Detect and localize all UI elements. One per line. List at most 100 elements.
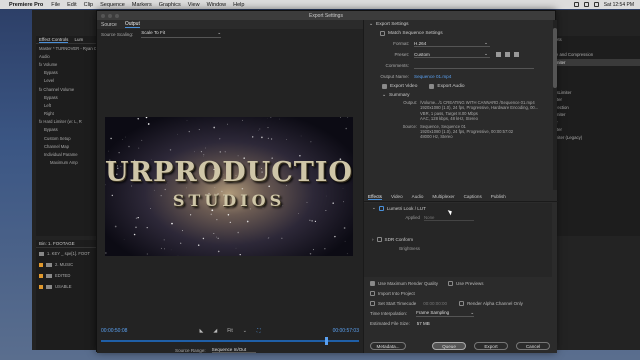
export-button[interactable]: Export: [474, 342, 508, 350]
menu-app-name[interactable]: Premiere Pro: [9, 2, 43, 8]
timecode-out[interactable]: 00:00:57:03: [333, 328, 359, 334]
tab-publish[interactable]: Publish: [491, 194, 506, 199]
output-name-link[interactable]: Sequence 01.mp4: [414, 74, 451, 79]
menu-window[interactable]: Window: [207, 2, 227, 8]
tab-lumetri[interactable]: Lum: [74, 37, 83, 42]
list-item[interactable]: [546, 81, 640, 89]
wifi-icon[interactable]: [583, 2, 589, 7]
list-item[interactable]: d Limiter: [546, 58, 640, 66]
list-item[interactable]: t Limiter (Legacy): [546, 134, 640, 142]
delete-preset-icon[interactable]: [514, 52, 519, 57]
match-sequence-checkbox[interactable]: [380, 31, 385, 36]
ec-row[interactable]: fx Volume: [36, 60, 96, 68]
menu-view[interactable]: View: [188, 2, 200, 8]
battery-icon[interactable]: [593, 2, 599, 7]
status-icon[interactable]: [573, 2, 579, 7]
export-video-checkbox[interactable]: [382, 84, 387, 89]
chevron-down-icon[interactable]: ⌄: [382, 93, 386, 98]
list-item[interactable]: EDITED: [36, 270, 96, 281]
chevron-down-icon: ⌄: [217, 30, 222, 35]
save-preset-icon[interactable]: [496, 52, 501, 57]
tab-effect-controls[interactable]: Effect Controls: [39, 37, 69, 43]
max-render-checkbox[interactable]: [370, 280, 375, 286]
format-select[interactable]: H.264 ⌄: [414, 40, 490, 47]
list-item[interactable]: dio: [546, 44, 640, 52]
export-settings-header: Export Settings: [376, 22, 409, 27]
tab-output[interactable]: Output: [124, 21, 140, 28]
cancel-button[interactable]: Cancel: [516, 342, 550, 350]
import-preset-icon[interactable]: [505, 52, 510, 57]
export-audio-checkbox[interactable]: [429, 84, 435, 89]
minimize-icon[interactable]: [108, 13, 112, 18]
list-item[interactable]: Limiter: [546, 126, 640, 134]
list-item[interactable]: PassLimiter: [546, 89, 640, 97]
start-timecode-value[interactable]: 00:00:00:00: [423, 301, 447, 306]
scrollbar-thumb[interactable]: [553, 28, 557, 88]
summary-output-line: /Volume.../1 CREATING WITH CANNARD /Sequ…: [420, 100, 535, 105]
fit-select[interactable]: Fit: [227, 328, 233, 334]
menu-markers[interactable]: Markers: [132, 2, 152, 8]
set-in-icon[interactable]: ◣: [200, 328, 204, 334]
export-audio-label: Export Audio: [437, 84, 465, 89]
import-project-checkbox[interactable]: [370, 290, 375, 296]
source-range-select[interactable]: Sequence In/Out: [211, 347, 256, 353]
close-icon[interactable]: [101, 13, 105, 18]
list-item[interactable]: le: [546, 74, 640, 82]
tab-audio[interactable]: Audio: [412, 194, 424, 199]
queue-button[interactable]: Queue: [432, 342, 466, 350]
chevron-down-icon[interactable]: ⌄: [243, 328, 247, 334]
list-item[interactable]: 1. KEY _ spe[1]. FOOT: [36, 248, 96, 259]
chevron-right-icon[interactable]: ›: [372, 237, 374, 242]
menu-file[interactable]: File: [51, 2, 60, 8]
tab-multiplexer[interactable]: Multiplexer: [432, 194, 454, 199]
comments-input[interactable]: [414, 62, 534, 69]
ec-row[interactable]: fx Hard Limiter (w: L, R: [36, 118, 96, 126]
list-item[interactable]: Limiter: [546, 96, 640, 104]
chevron-down-icon[interactable]: ⌄: [369, 22, 373, 27]
dialog-titlebar[interactable]: Export Settings: [97, 11, 555, 20]
set-out-icon[interactable]: ◢: [213, 328, 217, 334]
chevron-down-icon[interactable]: ⌄: [372, 205, 376, 211]
scrollbar[interactable]: [553, 20, 557, 190]
list-item[interactable]: Correction: [546, 104, 640, 112]
menu-clip[interactable]: Clip: [84, 2, 93, 8]
menu-sequence[interactable]: Sequence: [100, 2, 125, 8]
list-item[interactable]: d Limiter: [546, 111, 640, 119]
applied-select[interactable]: None: [424, 215, 474, 221]
output-name-label: Output Name:: [380, 74, 409, 79]
list-item[interactable]: nesets: [546, 36, 640, 44]
metadata-button[interactable]: Metadata...: [370, 342, 406, 350]
time-interp-select[interactable]: Frame Sampling ⌄: [416, 310, 475, 317]
menu-clock[interactable]: Sat 12:54 PM: [604, 2, 634, 8]
crop-icon[interactable]: ⛶: [257, 328, 261, 334]
lumetri-checkbox[interactable]: [378, 205, 384, 211]
render-alpha-checkbox[interactable]: [459, 300, 465, 306]
start-timecode-checkbox[interactable]: [370, 300, 375, 306]
list-item[interactable]: 2. MUSIC: [36, 259, 96, 270]
list-item[interactable]: itude and Compression: [546, 51, 640, 59]
list-item[interactable]: USABLE: [36, 281, 96, 292]
tab-source[interactable]: Source: [101, 22, 117, 28]
menu-edit[interactable]: Edit: [67, 2, 76, 8]
list-item[interactable]: iliker: [546, 119, 640, 127]
preset-label: Preset:: [394, 52, 409, 57]
menu-help[interactable]: Help: [233, 2, 244, 8]
tab-captions[interactable]: Captions: [464, 194, 482, 199]
use-previews-checkbox[interactable]: [448, 280, 454, 286]
sdr-conform-checkbox[interactable]: [376, 236, 382, 242]
menu-graphics[interactable]: Graphics: [159, 2, 181, 8]
timecode-in[interactable]: 00:00:50:08: [101, 328, 127, 334]
ec-row: Master * TURNOVER - Ryan C: [39, 45, 96, 51]
use-previews-label: Use Previews: [456, 280, 484, 286]
source-scaling-select[interactable]: Scale To Fit ⌄: [141, 30, 222, 38]
playhead[interactable]: [325, 337, 328, 345]
preset-select[interactable]: Custom ⌄: [414, 51, 490, 58]
summary-output-line: VBR, 1 pass, Target 8.00 Mbps: [420, 110, 478, 116]
tab-effects[interactable]: Effects: [368, 194, 382, 200]
timeline-scrubber[interactable]: [101, 337, 359, 345]
tab-video[interactable]: Video: [391, 194, 403, 199]
ec-row[interactable]: fx Channel Volume: [36, 85, 96, 93]
zoom-icon[interactable]: [115, 13, 119, 18]
bin-title[interactable]: Bin: 1. FOOTAGE: [36, 240, 96, 248]
list-item[interactable]: [546, 66, 640, 74]
